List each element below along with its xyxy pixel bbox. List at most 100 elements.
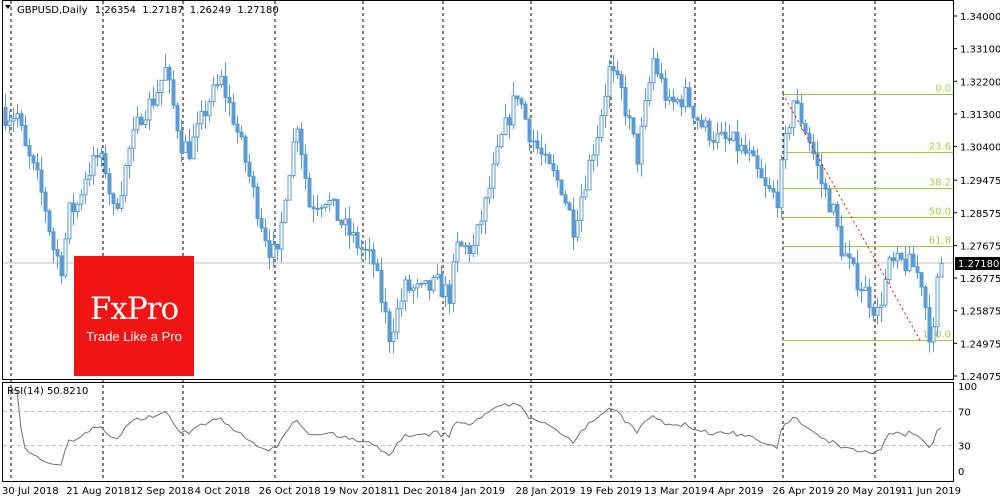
candle	[611, 54, 616, 82]
candle	[323, 203, 328, 212]
rsi-line	[9, 389, 942, 466]
candle	[75, 201, 80, 218]
candle	[223, 62, 228, 112]
candle	[771, 180, 776, 199]
time-tick-label: 4 Apr 2019	[708, 486, 763, 497]
candle	[567, 201, 572, 211]
candle	[523, 100, 528, 120]
candle	[211, 76, 216, 107]
candle	[551, 154, 556, 177]
rsi-panel-frame	[2, 382, 954, 482]
candle	[415, 278, 420, 298]
candle	[763, 163, 768, 198]
candle	[851, 256, 856, 267]
candle	[371, 242, 376, 278]
candle	[391, 318, 396, 354]
candle	[367, 237, 372, 265]
candle	[935, 272, 940, 337]
price-chart[interactable]: 0.023.638.250.061.8100.0 1.340001.331001…	[0, 0, 1000, 500]
candle	[163, 54, 168, 81]
candle	[603, 83, 608, 129]
candle	[327, 192, 332, 212]
candle	[859, 282, 864, 303]
candle	[195, 111, 200, 152]
candle	[671, 88, 676, 112]
candle	[875, 297, 880, 325]
rsi-label: RSI(14) 50.8210	[7, 386, 88, 397]
candle	[707, 118, 712, 147]
candle	[571, 197, 576, 250]
candle	[923, 285, 928, 320]
price-tick-label: 1.28575	[960, 209, 1000, 220]
candle	[471, 233, 476, 258]
candle	[475, 224, 480, 256]
candle	[31, 154, 36, 171]
candle	[847, 240, 852, 270]
candle	[575, 209, 580, 242]
time-tick-label: 19 Feb 2019	[580, 486, 642, 497]
candle	[411, 284, 416, 304]
fib-level-label: 61.8	[929, 236, 951, 247]
candle	[191, 124, 196, 160]
candle	[231, 93, 236, 127]
price-tick-label: 1.29475	[960, 176, 1000, 187]
candle	[203, 100, 208, 129]
candle	[399, 288, 404, 317]
collapse-arrow-icon[interactable]	[5, 5, 11, 9]
price-tick-label: 1.34000	[960, 12, 1000, 23]
price-tick-label: 1.27675	[960, 241, 1000, 252]
logo-tagline: Trade Like a Pro	[86, 329, 182, 344]
candle	[651, 47, 656, 91]
candle	[15, 103, 20, 128]
candle	[587, 154, 592, 191]
time-tick-label: 13 Mar 2019	[644, 486, 707, 497]
rsi-level-label: 0	[958, 467, 964, 478]
candle	[315, 195, 320, 217]
candle	[515, 95, 520, 106]
candle	[607, 59, 612, 109]
candle	[903, 246, 908, 276]
candle	[459, 240, 464, 247]
candle	[355, 226, 360, 256]
candle	[719, 122, 724, 136]
candle	[747, 140, 752, 162]
candle	[579, 183, 584, 233]
candle	[263, 218, 268, 247]
candle	[235, 116, 240, 144]
candle	[675, 97, 680, 105]
candle	[679, 94, 684, 117]
candle	[91, 146, 96, 185]
candle	[351, 222, 356, 244]
candle	[243, 134, 248, 172]
candle	[663, 69, 668, 109]
candle	[199, 100, 204, 130]
candle	[659, 62, 664, 83]
time-tick-label: 4 Oct 2018	[195, 486, 250, 497]
candle	[615, 60, 620, 79]
candle	[555, 165, 560, 188]
candle	[375, 258, 380, 272]
candle	[331, 198, 336, 207]
candle	[319, 204, 324, 218]
logo-brand: FxPro	[89, 291, 179, 327]
candle	[599, 108, 604, 142]
candle	[183, 134, 188, 154]
rsi-level-label: 70	[958, 408, 971, 419]
candle	[491, 152, 496, 199]
candle	[407, 274, 412, 294]
candle	[711, 131, 716, 151]
candle	[487, 176, 492, 205]
time-tick-label: 12 Sep 2018	[130, 486, 193, 497]
candle	[51, 227, 56, 264]
candle	[95, 148, 100, 168]
time-tick-label: 4 Jan 2019	[451, 486, 505, 497]
candle	[623, 75, 628, 126]
candle	[447, 280, 452, 314]
candle	[59, 251, 64, 285]
candle	[215, 74, 220, 90]
time-tick-label: 11 Dec 2018	[387, 486, 451, 497]
candle	[419, 281, 424, 289]
current-price-label: 1.27180	[958, 259, 999, 270]
price-tick-label: 1.25875	[960, 307, 1000, 318]
candle	[635, 133, 640, 173]
